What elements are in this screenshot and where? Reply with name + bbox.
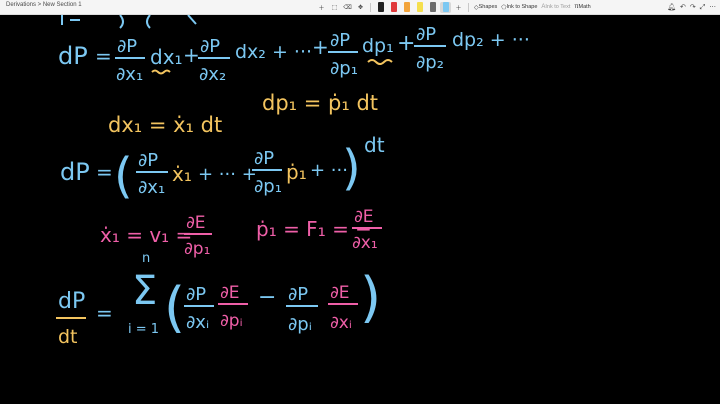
math-label: Math <box>578 4 591 10</box>
orange-squiggle-underline <box>367 59 393 65</box>
equation-line-5: dP dt = n Σ i = 1 ( ∂P ∂xᵢ ∂E ∂pᵢ − ∂P ∂… <box>56 251 381 348</box>
partial-x1-denominator: ∂x₁ <box>138 177 165 198</box>
equation-line-3: dP = ( ∂P ∂x₁ ẋ₁ + ··· + ∂P ∂p₁ ṗ₁ + ···… <box>60 133 385 204</box>
ink-canvas[interactable]: dP = ∂P ∂x₁ dx₁ + ∂P ∂x₂ dx₂ + ··· + ∂P … <box>0 15 720 404</box>
partial-P-numerator: ∂P <box>117 36 137 57</box>
add-icon[interactable]: ＋ <box>316 2 327 13</box>
ink-to-shape-label: Ink to Shape <box>506 4 538 10</box>
partial-P-numerator: ∂P <box>416 24 436 45</box>
shapes-label: Shapes <box>478 4 498 10</box>
ink-to-text-button[interactable]: A Ink to Text <box>540 2 571 13</box>
dp1-equals-pdot-dt: dp₁ = ṗ₁ dt <box>262 91 378 115</box>
dp1-term: dp₁ <box>362 35 394 57</box>
eraser-icon[interactable]: ⌫ <box>342 2 353 13</box>
partial-p1-denominator: ∂p₁ <box>184 239 210 259</box>
ink-to-text-label: Ink to Text <box>545 4 571 10</box>
xdot-equals-v1: ẋ₁ = v₁ = <box>100 223 192 247</box>
open-paren: ( <box>114 148 133 204</box>
partial-xi-denominator: ∂xᵢ <box>186 312 209 333</box>
partial-E-numerator: ∂E <box>330 283 350 303</box>
partial-p1-denominator: ∂p₁ <box>330 58 358 79</box>
partial-p2-denominator: ∂p₂ <box>416 52 444 73</box>
equation-line-2: dx₁ = ẋ₁ dt dp₁ = ṗ₁ dt <box>108 91 378 137</box>
partial-p1-denominator: ∂p₁ <box>254 176 282 197</box>
move-icon[interactable]: ✥ <box>355 2 366 13</box>
pen-yellow-button[interactable] <box>414 2 425 13</box>
pen-icon <box>377 2 384 12</box>
equals-sign: = <box>96 160 113 184</box>
partial-P-numerator: ∂P <box>254 148 274 169</box>
partial-P-numerator: ∂P <box>330 30 350 51</box>
window-controls: 🔔︎ ↶ ↷ ⤢ ··· <box>667 1 716 13</box>
ink-to-shape-button[interactable]: ⬠ Ink to Shape <box>500 2 538 13</box>
cropped-equation-fragment <box>61 15 197 29</box>
pen-blue-button[interactable] <box>440 1 451 13</box>
ellipsis-plus: + ··· + <box>198 164 257 185</box>
partial-xi-denominator: ∂xᵢ <box>330 313 352 333</box>
partial-pi-denominator: ∂pᵢ <box>220 311 243 331</box>
equals-sign: = <box>96 301 113 325</box>
minus-sign: − <box>258 285 276 310</box>
orange-squiggle-underline <box>151 69 171 75</box>
partial-E-numerator: ∂E <box>220 283 240 303</box>
shapes-button[interactable]: ◇ Shapes <box>473 2 498 13</box>
dP-lhs: dP <box>60 158 90 186</box>
sum-upper-limit: n <box>142 251 150 266</box>
partial-P-numerator: ∂P <box>186 284 206 305</box>
xdot1: ẋ₁ <box>172 162 192 186</box>
pen-icon <box>429 2 436 12</box>
close-paren: ) <box>360 266 381 329</box>
add-pen-icon[interactable]: ＋ <box>453 2 464 13</box>
pen-red-button[interactable] <box>388 2 399 13</box>
plus-sign: + <box>183 43 200 67</box>
summation-sign: Σ <box>132 268 157 314</box>
pen-icon <box>442 2 449 12</box>
partial-E-numerator: ∂E <box>186 213 206 233</box>
pen-icon <box>390 2 397 12</box>
onenote-window: Derivations > New Section 1 ＋ ⬚ ⌫ ✥ ＋ ◇ … <box>0 0 720 404</box>
plus-sign: + <box>397 31 415 56</box>
dt-term: dt <box>364 133 385 157</box>
dt-denominator: dt <box>58 326 78 348</box>
pen-orange-button[interactable] <box>401 2 412 13</box>
math-button[interactable]: π Math <box>573 2 591 13</box>
handwriting-layer: dP = ∂P ∂x₁ dx₁ + ∂P ∂x₂ dx₂ + ··· + ∂P … <box>56 15 530 348</box>
equation-line-1: dP = ∂P ∂x₁ dx₁ + ∂P ∂x₂ dx₂ + ··· + ∂P … <box>58 24 530 85</box>
pen-gray-button[interactable] <box>427 2 438 13</box>
pen-icon <box>403 2 410 12</box>
partial-P-numerator: ∂P <box>200 36 220 57</box>
partial-P-numerator: ∂P <box>138 150 158 171</box>
dx1-term: dx₁ <box>150 45 183 69</box>
draw-toolbar: Derivations > New Section 1 ＋ ⬚ ⌫ ✥ ＋ ◇ … <box>0 0 720 15</box>
expand-icon[interactable]: ⤢ <box>700 3 706 12</box>
undo-icon[interactable]: ↶ <box>680 3 686 11</box>
lasso-icon[interactable]: ⬚ <box>329 2 340 13</box>
partial-pi-denominator: ∂pᵢ <box>288 314 312 335</box>
equals-sign: = <box>95 44 112 68</box>
partial-x1-denominator: ∂x₁ <box>116 64 143 85</box>
more-icon[interactable]: ··· <box>709 3 716 11</box>
dp2-term: dp₂ + ··· <box>452 29 530 51</box>
open-paren: ( <box>164 276 185 339</box>
plus-sign: + <box>312 35 329 59</box>
partial-x1-denominator: ∂x₁ <box>352 233 378 253</box>
toolbar-divider <box>370 2 371 12</box>
partial-E-numerator: ∂E <box>354 207 374 227</box>
dP-lhs: dP <box>58 42 88 70</box>
drawing-tools: ＋ ⬚ ⌫ ✥ ＋ ◇ Shapes ⬠ Ink to Shape A Ink … <box>316 1 592 13</box>
sum-lower-limit: i = 1 <box>128 322 159 337</box>
partial-P-numerator: ∂P <box>288 284 308 305</box>
pen-icon <box>416 2 423 12</box>
dP-numerator: dP <box>58 289 85 314</box>
partial-x2-denominator: ∂x₂ <box>199 64 226 85</box>
dx1-equals-xdot-dt: dx₁ = ẋ₁ dt <box>108 113 222 137</box>
dx2-term: dx₂ + ··· <box>235 41 312 63</box>
redo-icon[interactable]: ↷ <box>690 3 696 11</box>
breadcrumb[interactable]: Derivations > New Section 1 <box>6 2 82 8</box>
pen-black-button[interactable] <box>375 2 386 13</box>
close-paren: ) <box>342 140 361 196</box>
pdot1: ṗ₁ <box>286 160 307 184</box>
bell-icon[interactable]: 🔔︎ <box>667 3 676 11</box>
toolbar-divider <box>468 2 469 12</box>
